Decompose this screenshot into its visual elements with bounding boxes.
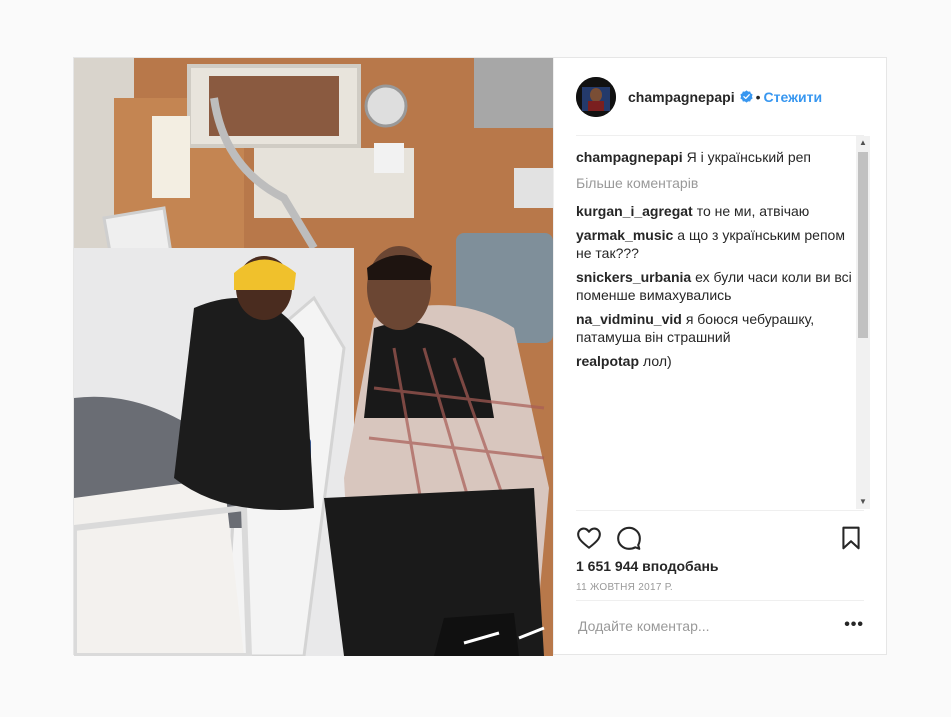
caption-text: Я і український реп xyxy=(686,149,812,165)
list-item: kurgan_i_agregat то не ми, атвічаю xyxy=(576,202,856,220)
caption: champagnepapi Я і український реп xyxy=(576,148,856,166)
comments-scrollbar[interactable]: ▲ ▼ xyxy=(856,136,870,509)
post-sidebar: champagnepapi • Стежити champagnepapi Я і… xyxy=(553,58,886,654)
bookmark-icon[interactable] xyxy=(838,525,864,551)
separator-dot: • xyxy=(755,88,761,105)
load-more-comments-button[interactable]: Більше коментарів xyxy=(576,174,856,192)
username[interactable]: champagnepapi xyxy=(628,89,735,105)
action-bar xyxy=(576,510,864,559)
list-item: yarmak_music а що з українським репом не … xyxy=(576,226,856,262)
avatar[interactable] xyxy=(576,76,616,117)
list-item: realpotap лол) xyxy=(576,352,856,370)
list-item: snickers_urbania ех були часи коли ви всі… xyxy=(576,268,856,304)
post-date[interactable]: 11 жовтня 2017 р. xyxy=(576,582,673,593)
comment-username[interactable]: na_vidminu_vid xyxy=(576,311,682,327)
comment-username[interactable]: kurgan_i_agregat xyxy=(576,203,693,219)
likes-count[interactable]: 1 651 944 вподобань xyxy=(576,558,719,574)
caption-username[interactable]: champagnepapi xyxy=(576,149,683,165)
scroll-down-arrow-icon[interactable]: ▼ xyxy=(856,495,870,509)
post-card: champagnepapi • Стежити champagnepapi Я і… xyxy=(73,57,887,656)
post-header: champagnepapi • Стежити xyxy=(576,58,864,136)
scroll-up-arrow-icon[interactable]: ▲ xyxy=(856,136,870,150)
verified-badge-icon xyxy=(740,90,753,103)
list-item: na_vidminu_vid я боюся чебурашку, патамуш… xyxy=(576,310,856,346)
follow-button[interactable]: Стежити xyxy=(764,89,823,105)
add-comment-input[interactable] xyxy=(576,617,840,635)
post-photo-image xyxy=(74,58,553,656)
more-options-button[interactable]: ••• xyxy=(844,617,864,633)
add-comment-section: ••• xyxy=(576,600,864,656)
comment-text: лол) xyxy=(643,353,672,369)
comment-text: то не ми, атвічаю xyxy=(696,203,810,219)
comment-username[interactable]: realpotap xyxy=(576,353,639,369)
post-photo[interactable] xyxy=(74,58,553,656)
heart-icon[interactable] xyxy=(576,525,602,551)
comment-username[interactable]: snickers_urbania xyxy=(576,269,691,285)
comments-panel[interactable]: champagnepapi Я і український реп Більше … xyxy=(576,136,870,509)
comment-icon[interactable] xyxy=(616,525,642,551)
comment-username[interactable]: yarmak_music xyxy=(576,227,673,243)
scrollbar-thumb[interactable] xyxy=(858,152,868,338)
